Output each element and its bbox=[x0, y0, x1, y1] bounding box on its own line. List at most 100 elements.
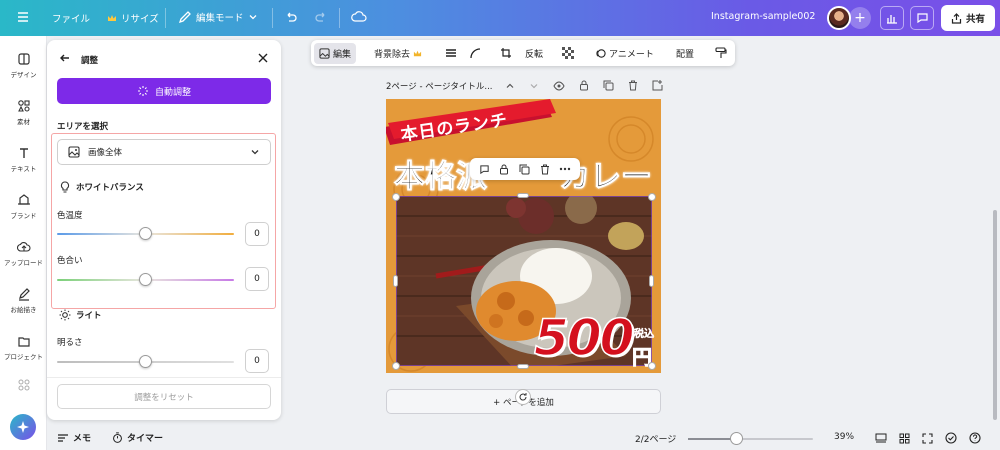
check-circle-icon[interactable] bbox=[945, 432, 957, 444]
zoom-slider-handle[interactable] bbox=[730, 432, 744, 445]
chevron-down-icon[interactable] bbox=[529, 81, 539, 91]
brightness-value[interactable]: 0 bbox=[245, 349, 269, 373]
add-collaborator-button[interactable]: + bbox=[849, 7, 871, 29]
corner-radius-button[interactable] bbox=[469, 40, 481, 66]
temperature-slider-handle[interactable] bbox=[139, 227, 152, 240]
help-icon[interactable] bbox=[969, 432, 981, 444]
trash-icon[interactable] bbox=[628, 80, 638, 91]
resize-handle[interactable] bbox=[517, 364, 529, 369]
chevron-down-icon bbox=[251, 150, 259, 155]
duplicate-icon[interactable] bbox=[603, 80, 614, 91]
zoom-slider[interactable] bbox=[688, 432, 813, 445]
close-icon bbox=[258, 53, 268, 63]
resize-handle[interactable] bbox=[392, 362, 400, 370]
resize-handle[interactable] bbox=[648, 362, 656, 370]
resize-button[interactable]: リサイズ bbox=[107, 11, 159, 25]
page-view-icon[interactable] bbox=[875, 433, 887, 444]
edit-mode-label: 編集モード bbox=[196, 13, 244, 24]
resize-label: リサイズ bbox=[121, 14, 159, 25]
price-text[interactable]: 500 bbox=[533, 308, 635, 368]
animate-button[interactable]: アニメート bbox=[595, 40, 654, 66]
menu-button[interactable] bbox=[16, 10, 30, 24]
comments-button[interactable] bbox=[910, 6, 934, 30]
notes-button[interactable]: メモ bbox=[57, 431, 91, 444]
edit-button[interactable]: 編集 bbox=[314, 40, 357, 66]
trash-icon[interactable] bbox=[540, 164, 550, 175]
area-select[interactable]: 画像全体 bbox=[57, 139, 271, 165]
tint-label: 色合い bbox=[57, 256, 83, 266]
resize-handle[interactable] bbox=[648, 193, 656, 201]
close-button[interactable] bbox=[257, 52, 269, 67]
rotate-handle[interactable] bbox=[515, 389, 531, 405]
share-button[interactable]: 共有 bbox=[941, 5, 995, 31]
transparency-button[interactable] bbox=[562, 40, 574, 66]
rail-item-elements[interactable]: 素材 bbox=[0, 99, 47, 126]
rail-item-apps[interactable] bbox=[0, 378, 47, 395]
duplicate-icon[interactable] bbox=[519, 164, 530, 175]
copy-style-button[interactable] bbox=[715, 40, 727, 66]
checkerboard-icon bbox=[562, 47, 574, 59]
analytics-button[interactable] bbox=[880, 6, 904, 30]
more-icon[interactable] bbox=[559, 167, 571, 171]
white-balance-label: ホワイトバランス bbox=[76, 183, 144, 193]
temperature-value[interactable]: 0 bbox=[245, 222, 269, 246]
bg-remove-button[interactable]: 背景除去 bbox=[374, 40, 422, 66]
design-icon bbox=[17, 53, 30, 65]
bottom-bar: メモ タイマー 2/2ページ 39% bbox=[0, 426, 1000, 450]
border-style-button[interactable] bbox=[445, 40, 457, 66]
eye-icon[interactable] bbox=[553, 80, 565, 91]
rail-item-label: アップロード bbox=[4, 259, 43, 267]
reset-button[interactable]: 調整をリセット bbox=[57, 384, 271, 409]
rail-item-text[interactable]: テキスト bbox=[0, 146, 47, 173]
doc-title[interactable]: Instagram-sample002 bbox=[711, 11, 815, 22]
rail-item-projects[interactable]: プロジェクト bbox=[0, 334, 47, 361]
tint-slider-handle[interactable] bbox=[139, 273, 152, 286]
rail-item-draw[interactable]: お絵描き bbox=[0, 287, 47, 314]
lock-icon[interactable] bbox=[579, 80, 589, 91]
edit-mode-dropdown[interactable]: 編集モード bbox=[178, 10, 258, 24]
page-count[interactable]: 2/2ページ bbox=[635, 432, 676, 445]
tax-label[interactable]: 税込 bbox=[634, 325, 654, 340]
grid-view-icon[interactable] bbox=[899, 433, 910, 444]
lock-icon[interactable] bbox=[499, 164, 509, 175]
fullscreen-icon[interactable] bbox=[922, 432, 933, 444]
magic-wand-icon bbox=[137, 86, 148, 96]
scrollbar[interactable] bbox=[993, 210, 997, 420]
resize-handle[interactable] bbox=[649, 275, 654, 287]
panel-title: 調整 bbox=[81, 56, 99, 66]
chevron-up-icon[interactable] bbox=[505, 81, 515, 91]
design-page[interactable]: 本日のランチ 本格派 カレー 500 税込 円 bbox=[386, 99, 661, 373]
doc-title-label: Instagram-sample002 bbox=[711, 11, 816, 22]
add-page-icon[interactable] bbox=[652, 80, 663, 91]
comment-icon[interactable] bbox=[479, 164, 490, 175]
crop-button[interactable] bbox=[500, 40, 512, 66]
save-status-button[interactable] bbox=[351, 10, 367, 24]
rail-item-brand[interactable]: ブランド bbox=[0, 193, 47, 220]
image-edit-icon bbox=[319, 47, 330, 59]
rail-item-design[interactable]: デザイン bbox=[0, 52, 47, 79]
page-title[interactable]: 2ページ - ページタイトル... bbox=[386, 80, 492, 92]
redo-button[interactable] bbox=[314, 10, 328, 24]
text-icon bbox=[19, 148, 28, 158]
timer-button[interactable]: タイマー bbox=[112, 431, 163, 444]
position-button[interactable]: 配置 bbox=[676, 40, 694, 66]
resize-handle[interactable] bbox=[517, 193, 529, 198]
share-label: 共有 bbox=[965, 14, 985, 25]
redo-icon bbox=[315, 12, 325, 22]
resize-handle[interactable] bbox=[393, 275, 398, 287]
resize-handle[interactable] bbox=[392, 193, 400, 201]
brightness-slider-handle[interactable] bbox=[139, 355, 152, 368]
auto-adjust-button[interactable]: 自動調整 bbox=[57, 78, 271, 104]
file-menu[interactable]: ファイル bbox=[52, 11, 90, 25]
comment-icon bbox=[916, 13, 928, 24]
undo-button[interactable] bbox=[284, 10, 298, 24]
divider bbox=[339, 8, 340, 28]
area-label: エリアを選択 bbox=[57, 122, 109, 132]
rail-item-upload[interactable]: アップロード bbox=[0, 240, 47, 267]
zoom-level[interactable]: 39% bbox=[834, 432, 854, 442]
avatar[interactable] bbox=[827, 6, 851, 30]
border-lines-icon bbox=[446, 49, 456, 57]
flip-button[interactable]: 反転 bbox=[525, 40, 543, 66]
back-button[interactable] bbox=[59, 52, 71, 67]
tint-value[interactable]: 0 bbox=[245, 267, 269, 291]
